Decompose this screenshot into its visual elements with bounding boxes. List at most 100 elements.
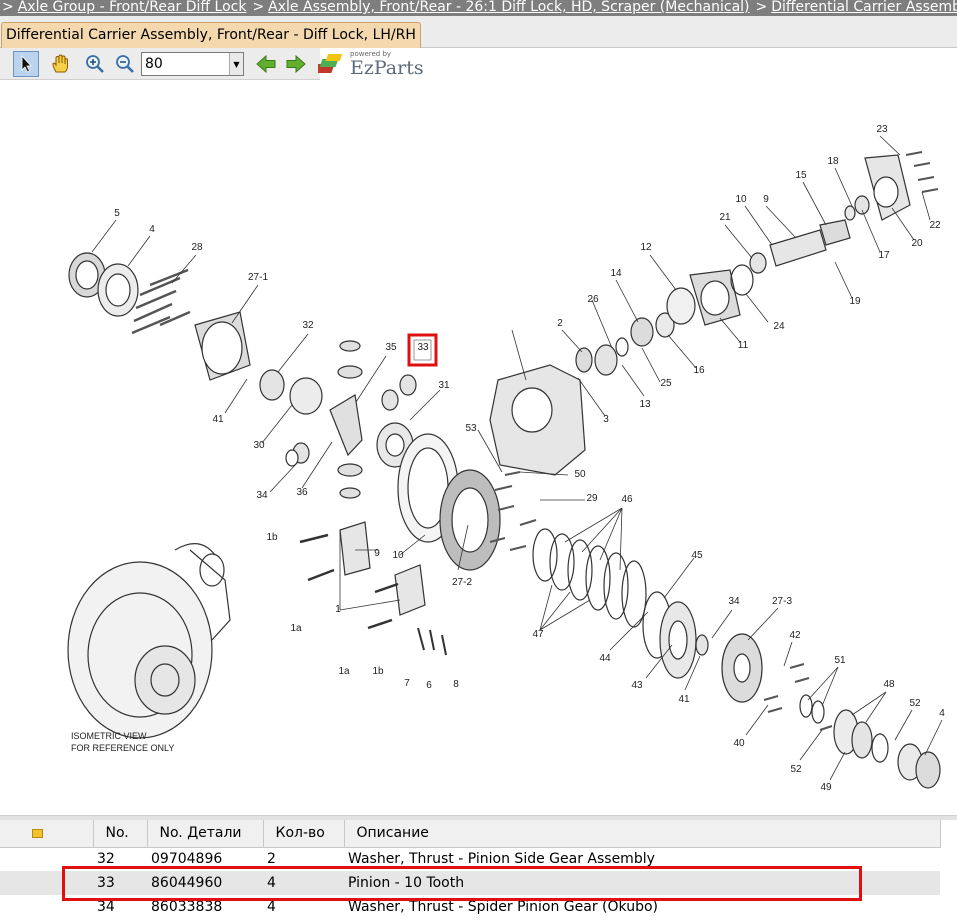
ezparts-logo: powered by EzParts (318, 50, 428, 80)
zoom-out-button[interactable] (112, 51, 138, 77)
callout-1a[interactable]: 1a (290, 623, 302, 634)
callout-27-1[interactable]: 27-1 (248, 272, 268, 283)
callout-6[interactable]: 6 (426, 680, 432, 691)
callout-11[interactable]: 11 (738, 340, 749, 351)
callout-27-3[interactable]: 27-3 (772, 596, 792, 607)
callout-19[interactable]: 19 (849, 296, 861, 307)
callout-46[interactable]: 46 (621, 494, 633, 505)
zoom-in-button[interactable] (82, 51, 108, 77)
pointer-tool-button[interactable] (13, 51, 39, 77)
parts-table-header: No. No. Детали Кол-во Описание (0, 820, 941, 848)
callout-14[interactable]: 14 (610, 268, 622, 279)
callout-40[interactable]: 40 (733, 738, 745, 749)
breadcrumb-link-axle-assembly[interactable]: Axle Assembly, Front/Rear - 26:1 Diff Lo… (268, 0, 749, 15)
back-arrow-icon (256, 54, 276, 74)
exploded-view-svg[interactable]: 11a1a1b1b2344567 899101011121314151617181… (0, 80, 957, 815)
breadcrumb: > Axle Group - Front/Rear Diff Lock > Axle … (0, 0, 957, 16)
callout-25[interactable]: 25 (660, 378, 672, 389)
breadcrumb-link-axle-group[interactable]: Axle Group - Front/Rear Diff Lock (18, 0, 247, 15)
callout-51[interactable]: 51 (834, 655, 846, 666)
callout-41[interactable]: 41 (212, 414, 224, 425)
selected-row-highlight (62, 866, 862, 901)
callout-31[interactable]: 31 (438, 380, 450, 391)
callout-4[interactable]: 4 (149, 224, 155, 235)
callout-34[interactable]: 34 (256, 490, 268, 501)
callout-2[interactable]: 2 (557, 318, 563, 329)
zoom-level-input[interactable] (142, 53, 228, 75)
callout-32[interactable]: 32 (302, 320, 314, 331)
callout-10[interactable]: 10 (735, 194, 747, 205)
callout-7[interactable]: 7 (404, 678, 410, 689)
pan-tool-button[interactable] (47, 51, 73, 77)
callout-35[interactable]: 35 (385, 342, 397, 353)
callout-23[interactable]: 23 (876, 124, 888, 135)
iso-note-line1: ISOMETRIC VIEW (71, 731, 147, 741)
callout-52[interactable]: 52 (909, 698, 921, 709)
callout-26[interactable]: 26 (587, 294, 599, 305)
breadcrumb-separator: > (755, 0, 768, 15)
callout-34[interactable]: 34 (728, 596, 740, 607)
viewer-toolbar: ▼ (0, 48, 320, 80)
pan-hand-icon (52, 54, 68, 73)
pointer-icon (21, 55, 32, 73)
callout-15[interactable]: 15 (795, 170, 807, 181)
header-icon-column[interactable] (0, 820, 94, 848)
callout-17[interactable]: 17 (878, 250, 890, 261)
callout-53[interactable]: 53 (465, 423, 477, 434)
header-quantity[interactable]: Кол-во (263, 820, 345, 848)
callout-30[interactable]: 30 (253, 440, 265, 451)
header-description[interactable]: Описание (344, 820, 941, 848)
forward-button[interactable] (283, 51, 309, 77)
callout-9[interactable]: 9 (763, 194, 769, 205)
callout-13[interactable]: 13 (639, 399, 651, 410)
back-button[interactable] (253, 51, 279, 77)
callout-1a[interactable]: 1a (338, 666, 350, 677)
callout-8[interactable]: 8 (453, 679, 459, 690)
callout-5[interactable]: 5 (114, 208, 120, 219)
ezparts-logo-icon (318, 54, 343, 73)
callout-24[interactable]: 24 (773, 321, 785, 332)
breadcrumb-separator: > (252, 0, 265, 15)
callout-41[interactable]: 41 (678, 694, 690, 705)
tab-bar: Differential Carrier Assembly, Front/Rea… (0, 16, 957, 48)
callout-44[interactable]: 44 (599, 653, 611, 664)
callout-47[interactable]: 47 (532, 629, 544, 640)
callout-52[interactable]: 52 (790, 764, 802, 775)
callout-50[interactable]: 50 (574, 469, 586, 480)
callout-42[interactable]: 42 (789, 630, 801, 641)
callout-48[interactable]: 48 (883, 679, 895, 690)
zoom-level-select[interactable]: ▼ (141, 52, 244, 76)
zoom-out-icon (116, 55, 134, 73)
header-part-number[interactable]: No. Детали (147, 820, 264, 848)
callout-21[interactable]: 21 (719, 212, 731, 223)
chevron-down-icon[interactable]: ▼ (229, 53, 243, 75)
parts-diagram[interactable]: 1 1a 1a 1b 1b 2 3 4 4 5 6 7 8 9 9 10 10 11 12 13 14 15 16 17 18 1… (0, 80, 957, 815)
callout-33[interactable]: 33 (417, 342, 429, 353)
header-no[interactable]: No. (93, 820, 148, 848)
zoom-in-icon (86, 55, 104, 73)
callout-49[interactable]: 49 (820, 782, 832, 793)
callout-29[interactable]: 29 (586, 493, 598, 504)
callout-36[interactable]: 36 (296, 487, 308, 498)
callout-4[interactable]: 4 (939, 708, 945, 719)
parts-table-panel: No. No. Детали Кол-во Описание 32 097048… (0, 820, 957, 923)
callout-18[interactable]: 18 (827, 156, 839, 167)
logo-brand: EzParts (350, 57, 424, 79)
callout-3[interactable]: 3 (603, 414, 609, 425)
callout-16[interactable]: 16 (693, 365, 705, 376)
callout-45[interactable]: 45 (691, 550, 703, 561)
callout-28[interactable]: 28 (191, 242, 203, 253)
callout-1b[interactable]: 1b (372, 666, 384, 677)
breadcrumb-link-diff-carrier[interactable]: Differential Carrier Assembly, Front/Rea… (771, 0, 957, 15)
tab-diff-carrier[interactable]: Differential Carrier Assembly, Front/Rea… (1, 22, 421, 48)
callout-1[interactable]: 1 (335, 604, 341, 615)
callout-43[interactable]: 43 (631, 680, 643, 691)
callout-20[interactable]: 20 (911, 238, 923, 249)
callout-12[interactable]: 12 (640, 242, 652, 253)
forward-arrow-icon (286, 54, 306, 74)
callout-22[interactable]: 22 (929, 220, 941, 231)
callout-10[interactable]: 10 (392, 550, 404, 561)
callout-1b[interactable]: 1b (266, 532, 278, 543)
callout-9[interactable]: 9 (374, 548, 380, 559)
callout-27-2[interactable]: 27-2 (452, 577, 472, 588)
